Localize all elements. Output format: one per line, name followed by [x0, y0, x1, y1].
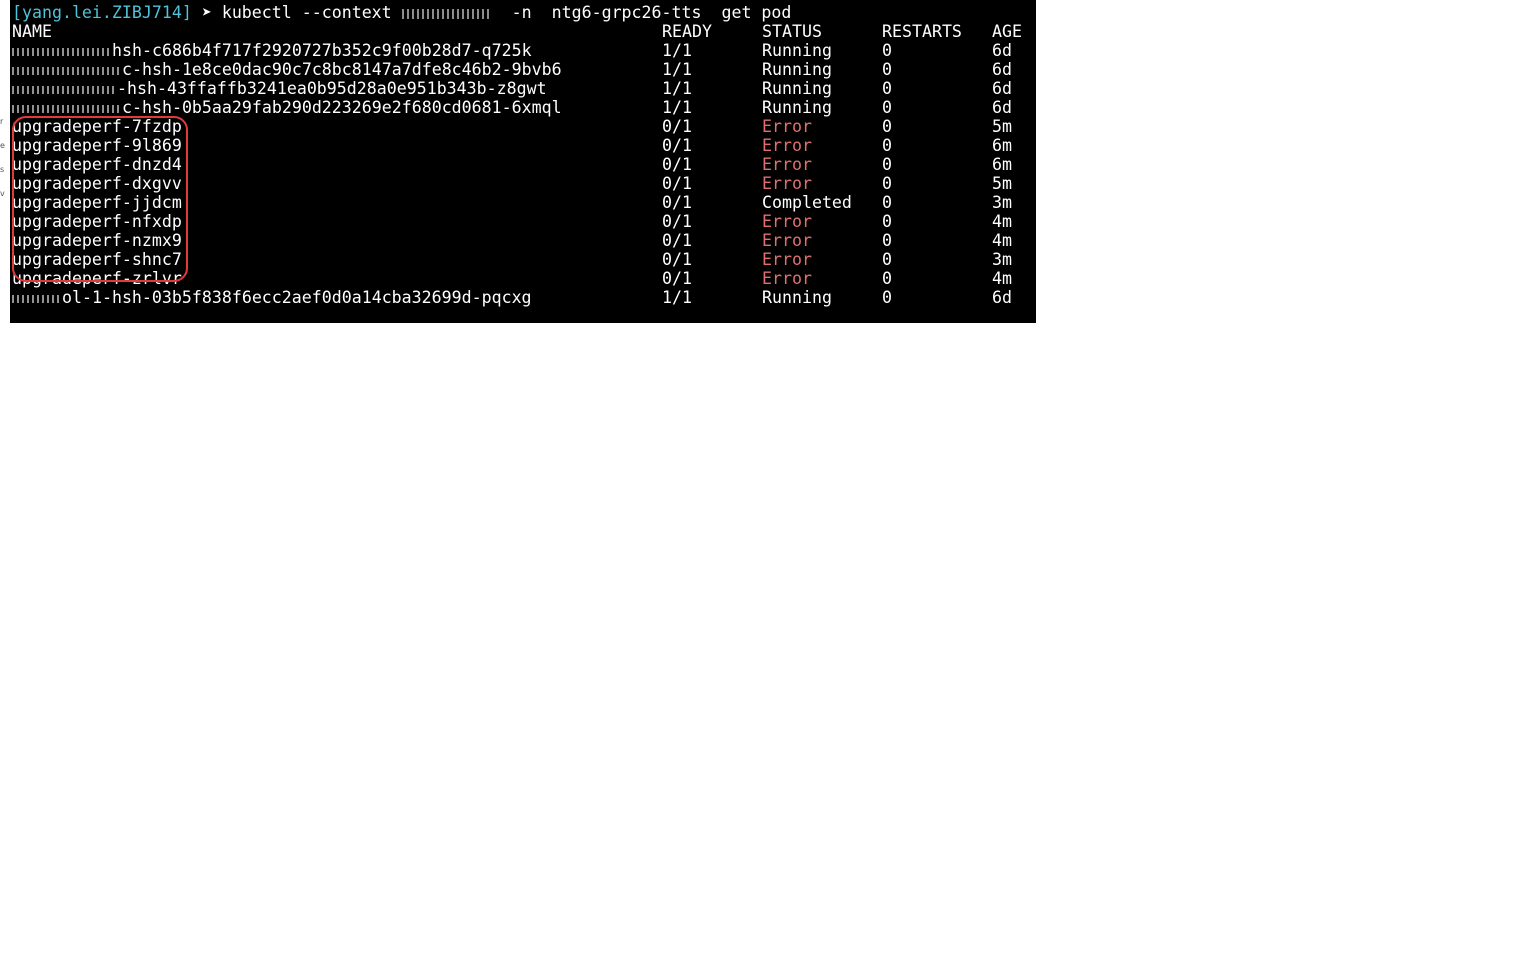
pod-status: Error: [762, 269, 812, 288]
pod-restarts: 0: [882, 288, 892, 307]
pod-restarts: 0: [882, 117, 892, 136]
pod-age: 4m: [992, 212, 1012, 231]
redacted-name-prefix: [12, 294, 62, 303]
pod-status: Running: [762, 41, 832, 60]
pod-ready: 0/1: [662, 117, 692, 136]
pod-age: 6m: [992, 136, 1012, 155]
pod-name: -hsh-43ffaffb3241ea0b95d28a0e951b343b-z8…: [12, 79, 547, 98]
pod-status: Completed: [762, 193, 852, 212]
redacted-name-prefix: [12, 66, 122, 75]
table-row: c-hsh-1e8ce0dac90c7c8bc8147a7dfe8c46b2-9…: [10, 60, 1036, 79]
pod-name-text: ol-1-hsh-03b5f838f6ecc2aef0d0a14cba32699…: [62, 288, 532, 307]
pod-age: 6m: [992, 155, 1012, 174]
pod-name-text: hsh-c686b4f717f2920727b352c9f00b28d7-q72…: [112, 41, 532, 60]
pod-age: 3m: [992, 250, 1012, 269]
pod-age: 6d: [992, 79, 1012, 98]
pod-ready: 0/1: [662, 155, 692, 174]
pod-name: ol-1-hsh-03b5f838f6ecc2aef0d0a14cba32699…: [12, 288, 532, 307]
pod-status: Error: [762, 117, 812, 136]
pod-status: Error: [762, 231, 812, 250]
pod-restarts: 0: [882, 41, 892, 60]
shell-prompt: [yang.lei.ZIBJ714]: [12, 3, 192, 22]
window-edge-marks: resv: [0, 117, 5, 198]
pod-age: 4m: [992, 231, 1012, 250]
pod-ready: 0/1: [662, 269, 692, 288]
pod-restarts: 0: [882, 231, 892, 250]
pod-restarts: 0: [882, 98, 892, 117]
pod-name: c-hsh-0b5aa29fab290d223269e2f680cd0681-6…: [12, 98, 562, 117]
pod-status: Running: [762, 98, 832, 117]
namespace-value: ntg6-grpc26-tts: [551, 3, 702, 22]
pod-ready: 1/1: [662, 288, 692, 307]
prompt-arrow-icon: ➤: [201, 3, 212, 22]
pod-age: 6d: [992, 60, 1012, 79]
command-action: get pod: [721, 3, 792, 22]
pod-name: c-hsh-1e8ce0dac90c7c8bc8147a7dfe8c46b2-9…: [12, 60, 562, 79]
pod-ready: 1/1: [662, 41, 692, 60]
pod-restarts: 0: [882, 212, 892, 231]
pod-age: 6d: [992, 288, 1012, 307]
pod-ready: 0/1: [662, 136, 692, 155]
pod-restarts: 0: [882, 193, 892, 212]
pod-age: 5m: [992, 174, 1012, 193]
pod-status: Error: [762, 174, 812, 193]
table-row: hsh-c686b4f717f2920727b352c9f00b28d7-q72…: [10, 41, 1036, 60]
table-row: ol-1-hsh-03b5f838f6ecc2aef0d0a14cba32699…: [10, 288, 1036, 307]
redacted-context: [401, 8, 492, 19]
pod-status: Running: [762, 288, 832, 307]
pod-age: 6d: [992, 98, 1012, 117]
pod-restarts: 0: [882, 136, 892, 155]
pod-status: Error: [762, 136, 812, 155]
pod-status: Running: [762, 60, 832, 79]
pod-restarts: 0: [882, 155, 892, 174]
header-status: STATUS: [762, 22, 822, 41]
pod-name: hsh-c686b4f717f2920727b352c9f00b28d7-q72…: [12, 41, 532, 60]
pod-name-text: c-hsh-1e8ce0dac90c7c8bc8147a7dfe8c46b2-9…: [122, 60, 562, 79]
pod-restarts: 0: [882, 79, 892, 98]
pod-ready: 1/1: [662, 60, 692, 79]
command-line: [yang.lei.ZIBJ714] ➤ kubectl --context -…: [12, 3, 791, 22]
pod-restarts: 0: [882, 269, 892, 288]
pod-restarts: 0: [882, 250, 892, 269]
table-row: -hsh-43ffaffb3241ea0b95d28a0e951b343b-z8…: [10, 79, 1036, 98]
namespace-flag: -n: [511, 3, 532, 22]
header-ready: READY: [662, 22, 712, 41]
pod-status: Error: [762, 250, 812, 269]
pod-age: 3m: [992, 193, 1012, 212]
redacted-name-prefix: [12, 47, 112, 56]
pod-name-text: -hsh-43ffaffb3241ea0b95d28a0e951b343b-z8…: [117, 79, 547, 98]
error-pods-highlight: [12, 116, 188, 282]
redacted-name-prefix: [12, 85, 117, 94]
table-row: c-hsh-0b5aa29fab290d223269e2f680cd0681-6…: [10, 98, 1036, 117]
pod-status: Error: [762, 212, 812, 231]
header-restarts: RESTARTS: [882, 22, 962, 41]
command-text: kubectl --context: [221, 3, 392, 22]
header-age: AGE: [992, 22, 1022, 41]
pod-ready: 1/1: [662, 79, 692, 98]
terminal-window[interactable]: [yang.lei.ZIBJ714] ➤ kubectl --context -…: [10, 0, 1036, 323]
pod-status: Error: [762, 155, 812, 174]
pod-ready: 0/1: [662, 193, 692, 212]
pod-ready: 0/1: [662, 250, 692, 269]
pod-status: Running: [762, 79, 832, 98]
pod-age: 4m: [992, 269, 1012, 288]
pod-ready: 0/1: [662, 231, 692, 250]
pod-ready: 0/1: [662, 212, 692, 231]
header-name: NAME: [12, 22, 52, 41]
pod-age: 6d: [992, 41, 1012, 60]
pod-restarts: 0: [882, 174, 892, 193]
pod-ready: 0/1: [662, 174, 692, 193]
pod-name-text: c-hsh-0b5aa29fab290d223269e2f680cd0681-6…: [122, 98, 562, 117]
redacted-name-prefix: [12, 104, 122, 113]
table-header: NAME READY STATUS RESTARTS AGE: [10, 22, 1036, 41]
pod-restarts: 0: [882, 60, 892, 79]
pod-age: 5m: [992, 117, 1012, 136]
pod-ready: 1/1: [662, 98, 692, 117]
